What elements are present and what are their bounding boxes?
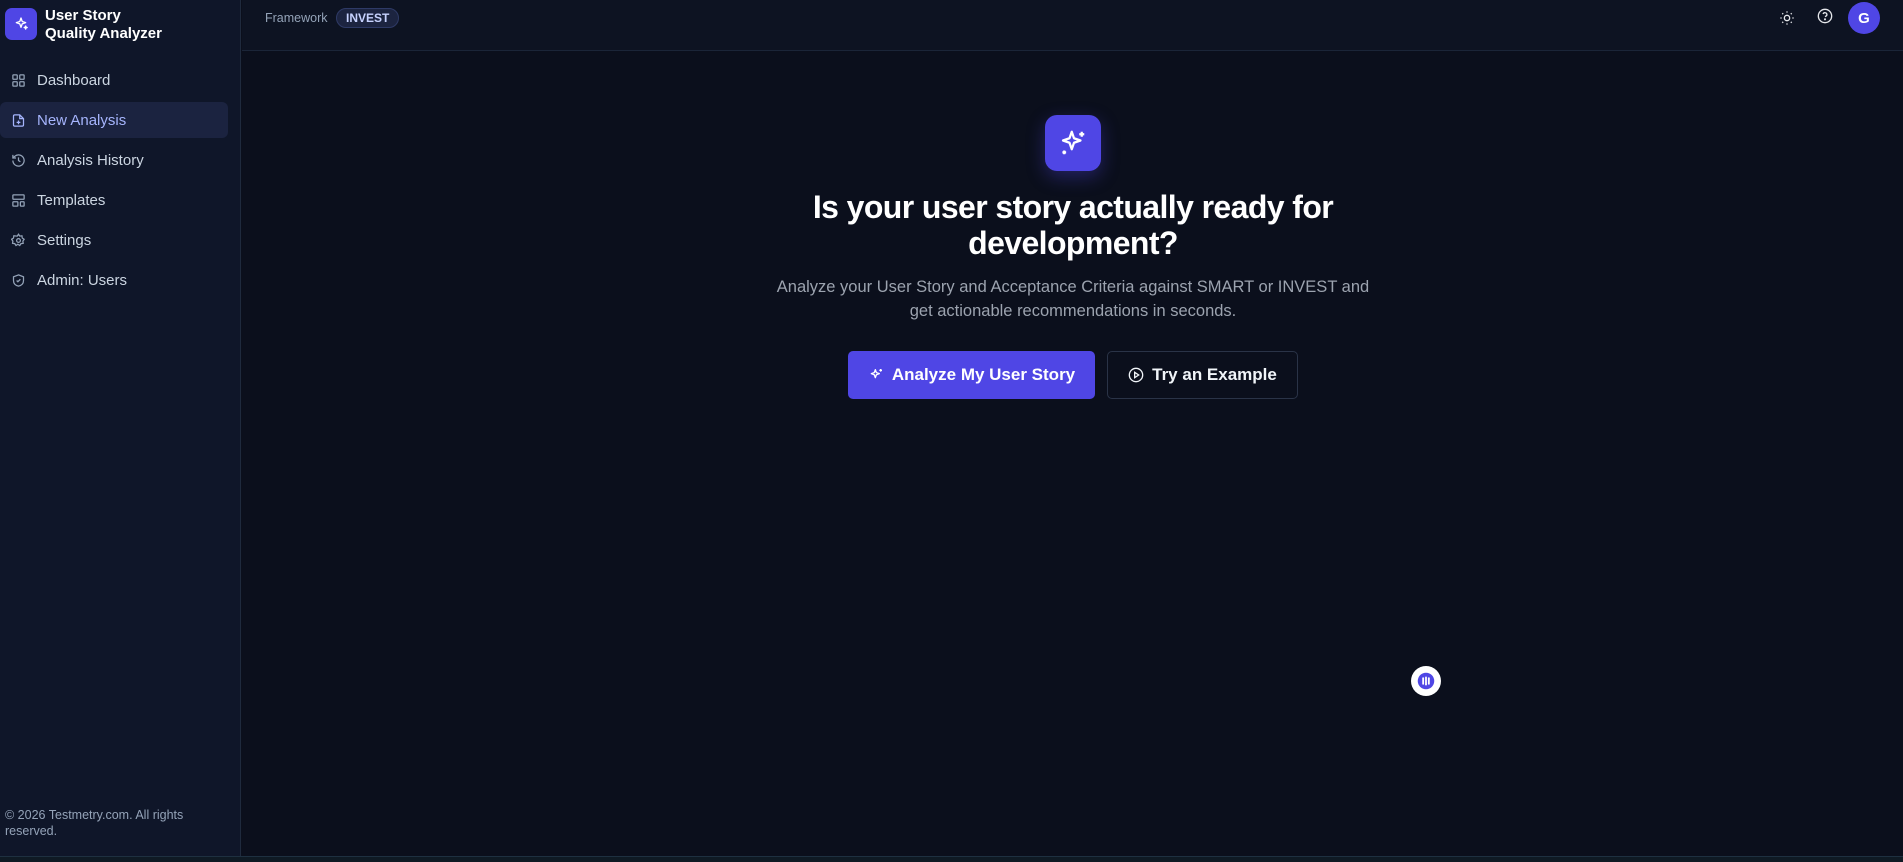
framework-badge[interactable]: INVEST bbox=[336, 8, 400, 28]
sidebar-item-templates[interactable]: Templates bbox=[0, 182, 228, 218]
sidebar-item-label: New Analysis bbox=[37, 111, 127, 129]
play-circle-icon bbox=[1128, 367, 1144, 383]
history-icon bbox=[10, 152, 26, 168]
brand-name: User Story Quality Analyzer bbox=[45, 7, 162, 43]
grid-icon bbox=[10, 72, 26, 88]
shield-icon bbox=[10, 272, 26, 288]
sidebar-item-label: Admin: Users bbox=[37, 271, 128, 289]
layout-icon bbox=[10, 192, 26, 208]
file-plus-icon bbox=[10, 112, 26, 128]
sidebar-item-label: Analysis History bbox=[37, 151, 144, 169]
sidebar-item-settings[interactable]: Settings bbox=[0, 222, 228, 258]
sidebar-item-admin-users[interactable]: Admin: Users bbox=[0, 262, 228, 298]
sidebar-item-label: Dashboard bbox=[37, 71, 111, 89]
sparkles-icon bbox=[868, 367, 884, 383]
sun-icon[interactable] bbox=[1777, 8, 1797, 28]
topbar: Framework INVEST G bbox=[242, 0, 1903, 51]
sparkles-icon bbox=[1045, 115, 1101, 171]
brand-line-1: User Story bbox=[45, 7, 121, 24]
try-example-button[interactable]: Try an Example bbox=[1107, 351, 1298, 399]
hero-title: Is your user story actually ready for de… bbox=[812, 189, 1334, 261]
sidebar-item-new-analysis[interactable]: New Analysis bbox=[0, 102, 228, 138]
bottom-divider bbox=[0, 856, 1903, 862]
audio-widget-icon[interactable] bbox=[1411, 666, 1441, 696]
sidebar-item-analysis-history[interactable]: Analysis History bbox=[0, 142, 228, 178]
brand-line-2: Quality Analyzer bbox=[45, 25, 162, 42]
sidebar-item-dashboard[interactable]: Dashboard bbox=[0, 62, 228, 98]
avatar[interactable]: G bbox=[1848, 2, 1880, 34]
sidebar-item-label: Settings bbox=[37, 231, 92, 249]
analyze-button[interactable]: Analyze My User Story bbox=[848, 351, 1095, 399]
gear-icon bbox=[10, 232, 26, 248]
copyright: © 2026 Testmetry.com. All rights reserve… bbox=[5, 808, 184, 838]
brand[interactable]: User Story Quality Analyzer bbox=[5, 7, 162, 43]
try-example-button-label: Try an Example bbox=[1152, 365, 1277, 384]
sidebar: User Story Quality Analyzer Dashboard Ne… bbox=[0, 0, 241, 856]
analyze-button-label: Analyze My User Story bbox=[891, 365, 1076, 384]
hero-subtitle: Analyze your User Story and Acceptance C… bbox=[776, 278, 1370, 320]
help-circle-icon[interactable] bbox=[1815, 6, 1835, 26]
sparkles-icon bbox=[5, 8, 37, 40]
framework-label: Framework bbox=[265, 11, 328, 25]
app-root: User Story Quality Analyzer Dashboard Ne… bbox=[0, 0, 1903, 862]
sidebar-item-label: Templates bbox=[37, 191, 106, 209]
